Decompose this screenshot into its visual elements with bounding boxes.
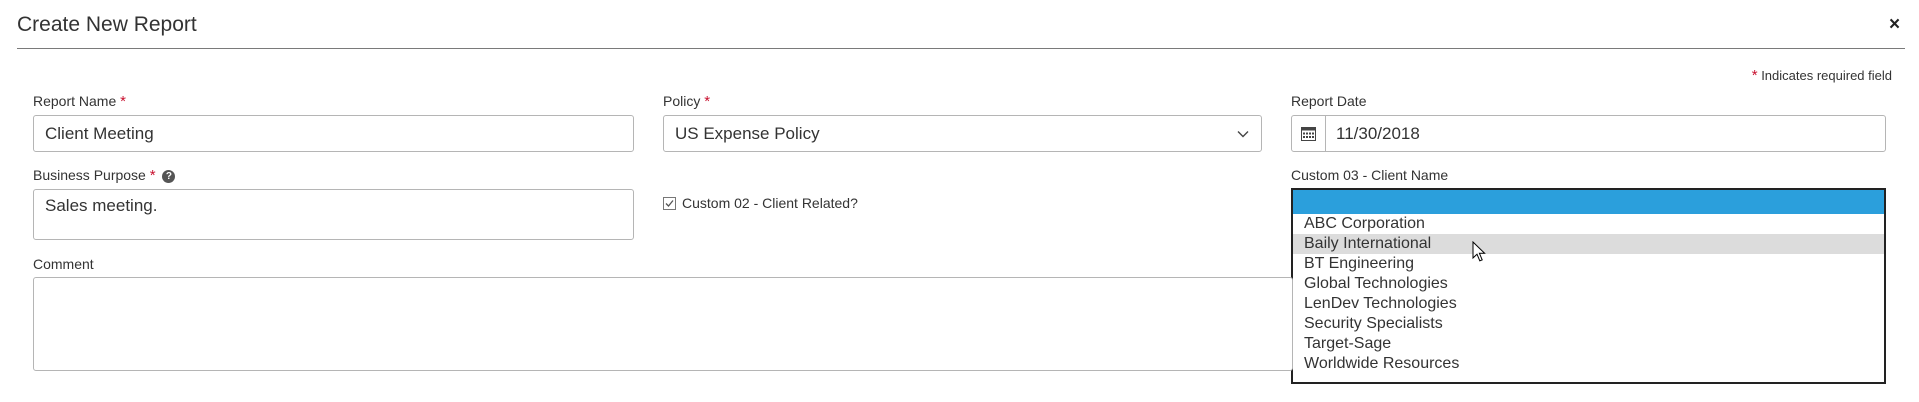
checkbox-icon[interactable] (663, 196, 676, 210)
business-purpose-textarea[interactable]: Sales meeting. (33, 189, 634, 240)
client-name-option[interactable]: LenDev Technologies (1293, 294, 1884, 314)
report-date-label: Report Date (1291, 93, 1367, 109)
required-note: * Indicates required field (1752, 67, 1892, 84)
client-name-option[interactable]: Global Technologies (1293, 274, 1884, 294)
policy-label: Policy * (663, 93, 710, 110)
client-name-option[interactable]: Baily International (1293, 234, 1884, 254)
calendar-icon[interactable] (1292, 116, 1326, 151)
mouse-cursor-icon (1472, 241, 1486, 262)
chevron-down-icon (1237, 130, 1249, 137)
comment-label: Comment (33, 256, 94, 272)
client-name-option[interactable]: Worldwide Resources (1293, 354, 1884, 374)
client-name-option[interactable]: Target-Sage (1293, 334, 1884, 354)
policy-label-text: Policy (663, 93, 701, 109)
business-purpose-label-text: Business Purpose (33, 167, 146, 183)
client-name-option[interactable]: BT Engineering (1293, 254, 1884, 274)
report-name-label: Report Name * (33, 93, 126, 110)
required-star: * (120, 93, 126, 110)
custom02-checkbox-row[interactable]: Custom 02 - Client Related? (663, 195, 858, 211)
policy-select[interactable]: US Expense Policy (663, 115, 1262, 152)
custom02-label: Custom 02 - Client Related? (682, 195, 858, 211)
client-name-listbox[interactable]: ABC Corporation Baily International BT Eng… (1291, 188, 1886, 384)
comment-textarea[interactable] (33, 277, 1293, 371)
required-note-text: Indicates required field (1761, 68, 1892, 83)
help-icon[interactable]: ? (162, 169, 176, 183)
close-icon[interactable]: × (1889, 14, 1900, 36)
report-name-label-text: Report Name (33, 93, 117, 109)
report-name-input[interactable] (33, 115, 634, 152)
business-purpose-label: Business Purpose * ? (33, 167, 176, 184)
client-name-option[interactable]: Security Specialists (1293, 314, 1884, 334)
title-divider (17, 48, 1905, 49)
required-star: * (149, 167, 156, 184)
required-star: * (704, 93, 711, 110)
custom03-label: Custom 03 - Client Name (1291, 167, 1449, 183)
report-date-field[interactable]: 11/30/2018 (1291, 115, 1886, 152)
client-name-option[interactable] (1293, 190, 1884, 214)
client-name-option[interactable]: ABC Corporation (1293, 214, 1884, 234)
required-star: * (1751, 67, 1758, 84)
report-date-value[interactable]: 11/30/2018 (1326, 124, 1420, 144)
dialog-title: Create New Report (17, 13, 197, 36)
policy-select-value: US Expense Policy (675, 123, 820, 143)
